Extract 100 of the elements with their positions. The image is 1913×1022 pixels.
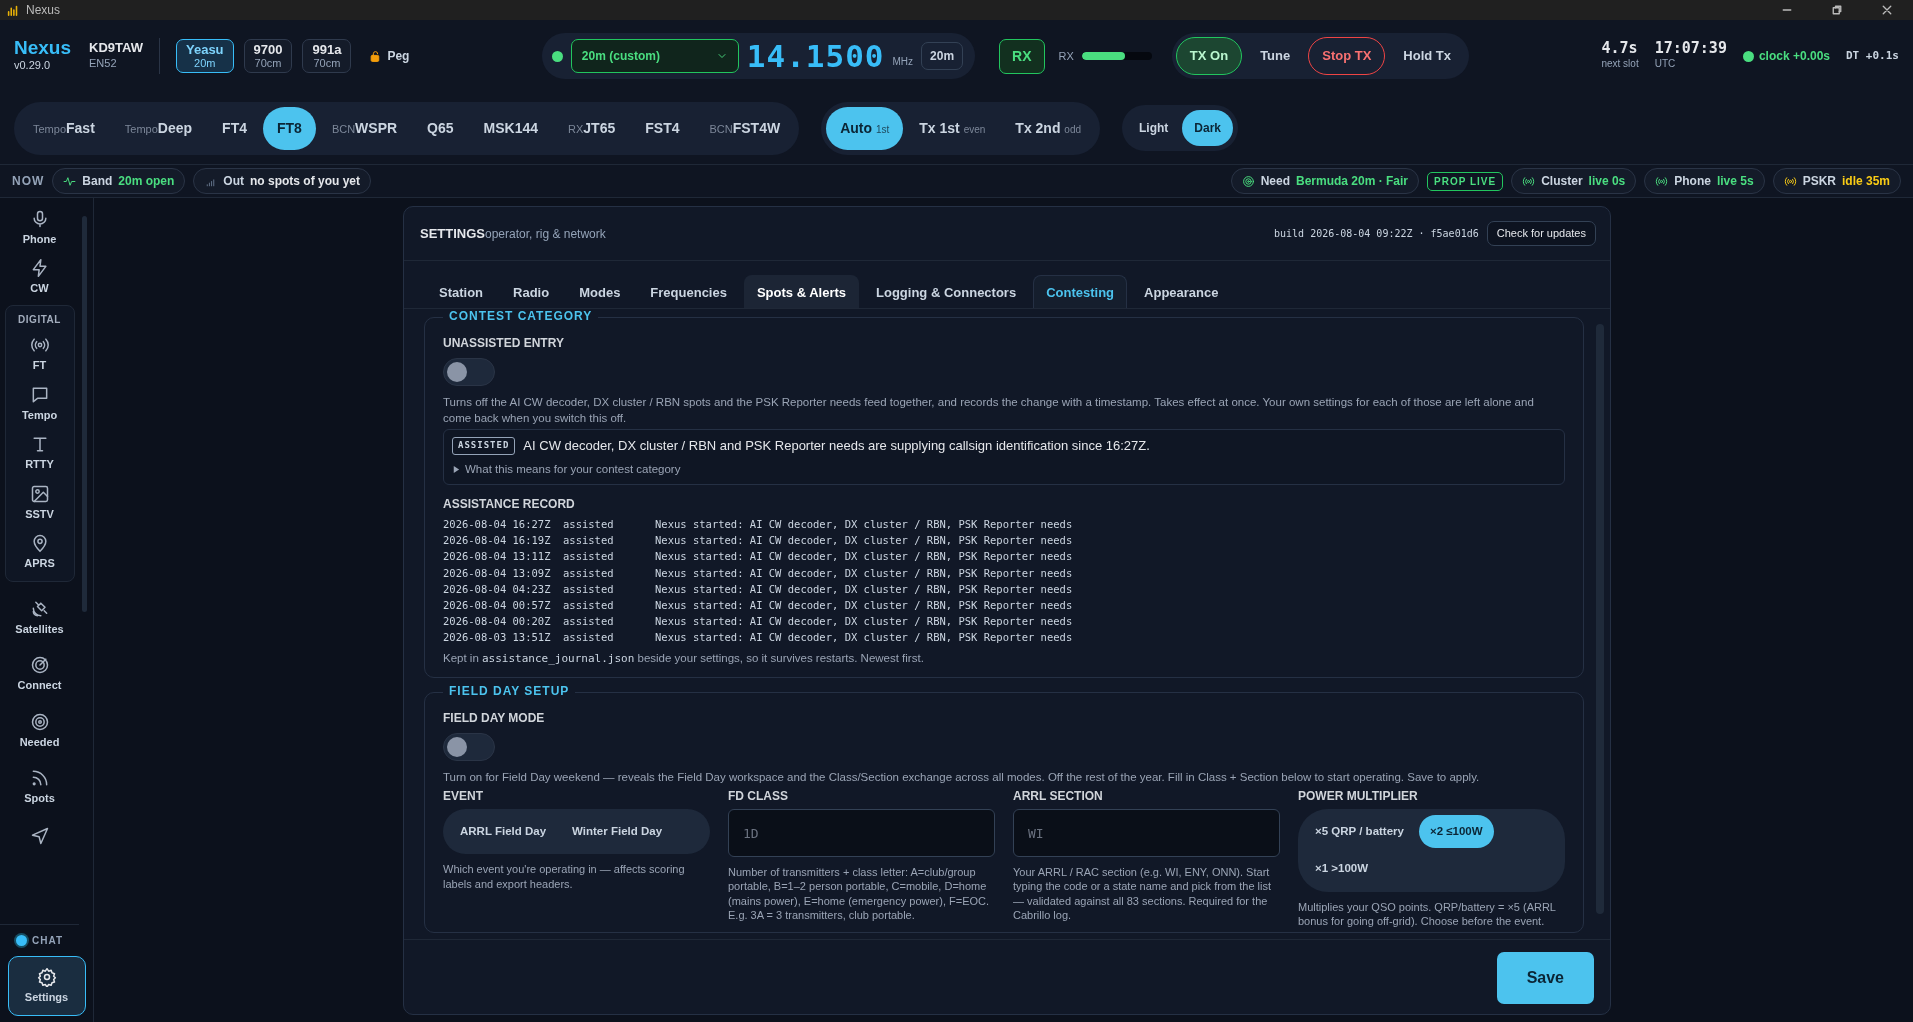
record-state: assisted [563, 549, 615, 565]
settings-tab[interactable]: Appearance [1131, 274, 1232, 308]
record-time: 2026-08-03 13:51Z [443, 630, 552, 646]
sidebar-item[interactable]: CW [5, 254, 74, 299]
window-title: Nexus [26, 2, 60, 19]
sidebar-item[interactable]: Connect [5, 652, 74, 697]
chat-label[interactable]: CHAT [32, 932, 63, 948]
update-button[interactable]: Check for updates [1486, 221, 1596, 246]
slot-tab[interactable]: Tx 1st even [905, 106, 1000, 150]
app-icon [6, 3, 20, 17]
band-chip: 20m [921, 42, 964, 70]
save-button[interactable]: Save [1496, 952, 1594, 1004]
record-title: ASSISTANCE RECORD [443, 495, 576, 513]
option-button[interactable]: ARRL Field Day [449, 815, 558, 849]
mode-tab[interactable]: MSK144 [469, 106, 553, 150]
close-icon [1881, 4, 1893, 16]
settings-tab[interactable]: Modes [566, 274, 634, 308]
record-time: 2026-08-04 00:20Z [443, 614, 552, 630]
app-logo: Nexus [14, 38, 72, 58]
mode-tab[interactable]: TempoDeep [110, 106, 207, 150]
sidebar-item[interactable]: FT [5, 332, 74, 377]
record-state: assisted [563, 565, 615, 581]
callsign: KD9TAW [89, 40, 143, 55]
theme-tab[interactable]: Light [1127, 110, 1181, 146]
sidebar-item[interactable]: APRS [5, 530, 74, 575]
tx-control-button[interactable]: TX On [1175, 37, 1243, 75]
mode-tab[interactable]: RXJT65 [554, 106, 630, 150]
peg-button[interactable]: Peg [369, 47, 410, 65]
rig-button[interactable]: 9700 70cm [243, 38, 293, 74]
record-time: 2026-08-04 00:57Z [443, 597, 552, 613]
target-icon [1241, 174, 1255, 188]
grid-locator: EN52 [89, 55, 118, 71]
input-field[interactable]: 1D [728, 809, 995, 858]
version-label: v0.29.0 [14, 58, 52, 74]
radar-icon [29, 655, 50, 675]
option-button[interactable]: ×2 ≤100W [1418, 815, 1494, 849]
sidebar-item[interactable]: Satellites [5, 595, 74, 640]
chat-status-dot [16, 934, 27, 946]
mode-tab[interactable]: BCNFST4W [695, 106, 795, 150]
scrollbar[interactable] [82, 216, 87, 612]
option-button[interactable]: ×1 >100W [1304, 852, 1380, 886]
settings-tab[interactable]: Contesting [1033, 274, 1128, 308]
sidebar-item[interactable]: Needed [5, 708, 74, 753]
record-event: Nexus started: AI CW decoder, DX cluster / RBN, PSK Reporter needs [655, 516, 1073, 532]
slot-tab[interactable]: Tx 2nd odd [1001, 106, 1096, 150]
slot-tab[interactable]: Auto 1st [826, 106, 904, 150]
help-text: Which event you're operating in — affects scoring labels and export headers. [443, 862, 686, 891]
broadcast-icon [1522, 174, 1536, 188]
mode-tab[interactable]: Q65 [413, 106, 468, 150]
toggle-switch[interactable] [443, 358, 495, 386]
settings-tab[interactable]: Logging & Connectors [863, 274, 1030, 308]
rig-button[interactable]: 991a 70cm [302, 38, 352, 74]
status-dot [551, 50, 563, 62]
record-event: Nexus started: AI CW decoder, DX cluster / RBN, PSK Reporter needs [655, 597, 1073, 613]
mode-tab[interactable]: FT4 [208, 106, 261, 150]
help-text: Number of transmitters + class letter: A=club/group portable, B=1–2 person portable, C=mobile, D=home (mains power), E=home (emergency power), F=EOC. E.g. 3A = 3 transmitters, club portable. [728, 865, 991, 923]
details-toggle[interactable]: What this means for your contest category [452, 460, 1556, 478]
record-event: Nexus started: AI CW decoder, DX cluster / RBN, PSK Reporter needs [655, 581, 1073, 597]
sidebar-item[interactable]: Phone [5, 206, 74, 251]
rx-button[interactable]: RX [999, 38, 1045, 74]
tx-control-button[interactable]: Hold Tx [1389, 37, 1465, 75]
help-text: Multiplies your QSO points. QRP/battery = ×5 (ARRL bonus for going off-grid). Choose before the event. [1298, 899, 1557, 929]
pulse-icon [63, 174, 77, 188]
broadcast-icon [1783, 174, 1797, 188]
settings-tab[interactable]: Frequencies [637, 274, 740, 308]
record-state: assisted [563, 630, 615, 646]
target-icon [29, 711, 50, 732]
input-field[interactable]: WI [1013, 809, 1280, 858]
rig-button[interactable]: Yeasu 20m [175, 38, 234, 74]
record-time: 2026-08-04 16:27Z [443, 516, 552, 532]
sidebar-item[interactable]: Spots [5, 765, 74, 810]
option-button[interactable]: ×5 QRP / battery [1304, 815, 1415, 849]
settings-tab[interactable]: Radio [500, 274, 563, 308]
help-text: Your ARRL / RAC section (e.g. WI, ENY, ONN). Start typing the code or a state name and pick from the list — validated against all 83 sections. Required for the Cabrillo log. [1013, 865, 1273, 923]
panel-subtitle: operator, rig & network [485, 225, 606, 243]
mode-tab[interactable]: TempoFast [19, 106, 109, 150]
sidebar-item[interactable]: RTTY [5, 431, 74, 476]
theme-tab[interactable]: Dark [1182, 110, 1234, 146]
sidebar-item[interactable]: SSTV [5, 480, 74, 525]
tx-control-button[interactable]: Tune [1246, 37, 1305, 75]
section-title: FIELD DAY SETUP [443, 685, 576, 698]
mode-tab[interactable]: FT8 [263, 106, 316, 150]
unit-label: MHz [892, 55, 914, 69]
field-label: UNASSISTED ENTRY [443, 335, 565, 352]
record-state: assisted [563, 533, 615, 549]
description-text: Turns off the AI CW decoder, DX cluster / RBN spots and the PSK Reporter needs feed together, and records the change with a timestamp. Takes effect at once. Your own settings for each of those are left alone and come back when you switch this off. [443, 395, 1535, 427]
mode-tab[interactable]: FST4 [631, 106, 694, 150]
settings-tab[interactable]: Spots & Alerts [743, 274, 860, 308]
sidebar-item[interactable]: Tempo [5, 381, 74, 426]
toggle-switch[interactable] [443, 733, 495, 762]
settings-icon [36, 966, 57, 987]
option-button[interactable]: Winter Field Day [561, 815, 674, 849]
record-time: 2026-08-04 04:23Z [443, 581, 552, 597]
record-state: assisted [563, 597, 615, 613]
settings-button[interactable]: Settings [7, 955, 86, 1016]
band-dropdown[interactable]: 20m (custom) [570, 39, 739, 73]
mode-tab[interactable]: BCNWSPR [317, 106, 412, 150]
settings-tab[interactable]: Station [426, 274, 497, 308]
section-title: CONTEST CATEGORY [443, 310, 599, 322]
record-event: Nexus started: AI CW decoder, DX cluster / RBN, PSK Reporter needs [655, 533, 1073, 549]
